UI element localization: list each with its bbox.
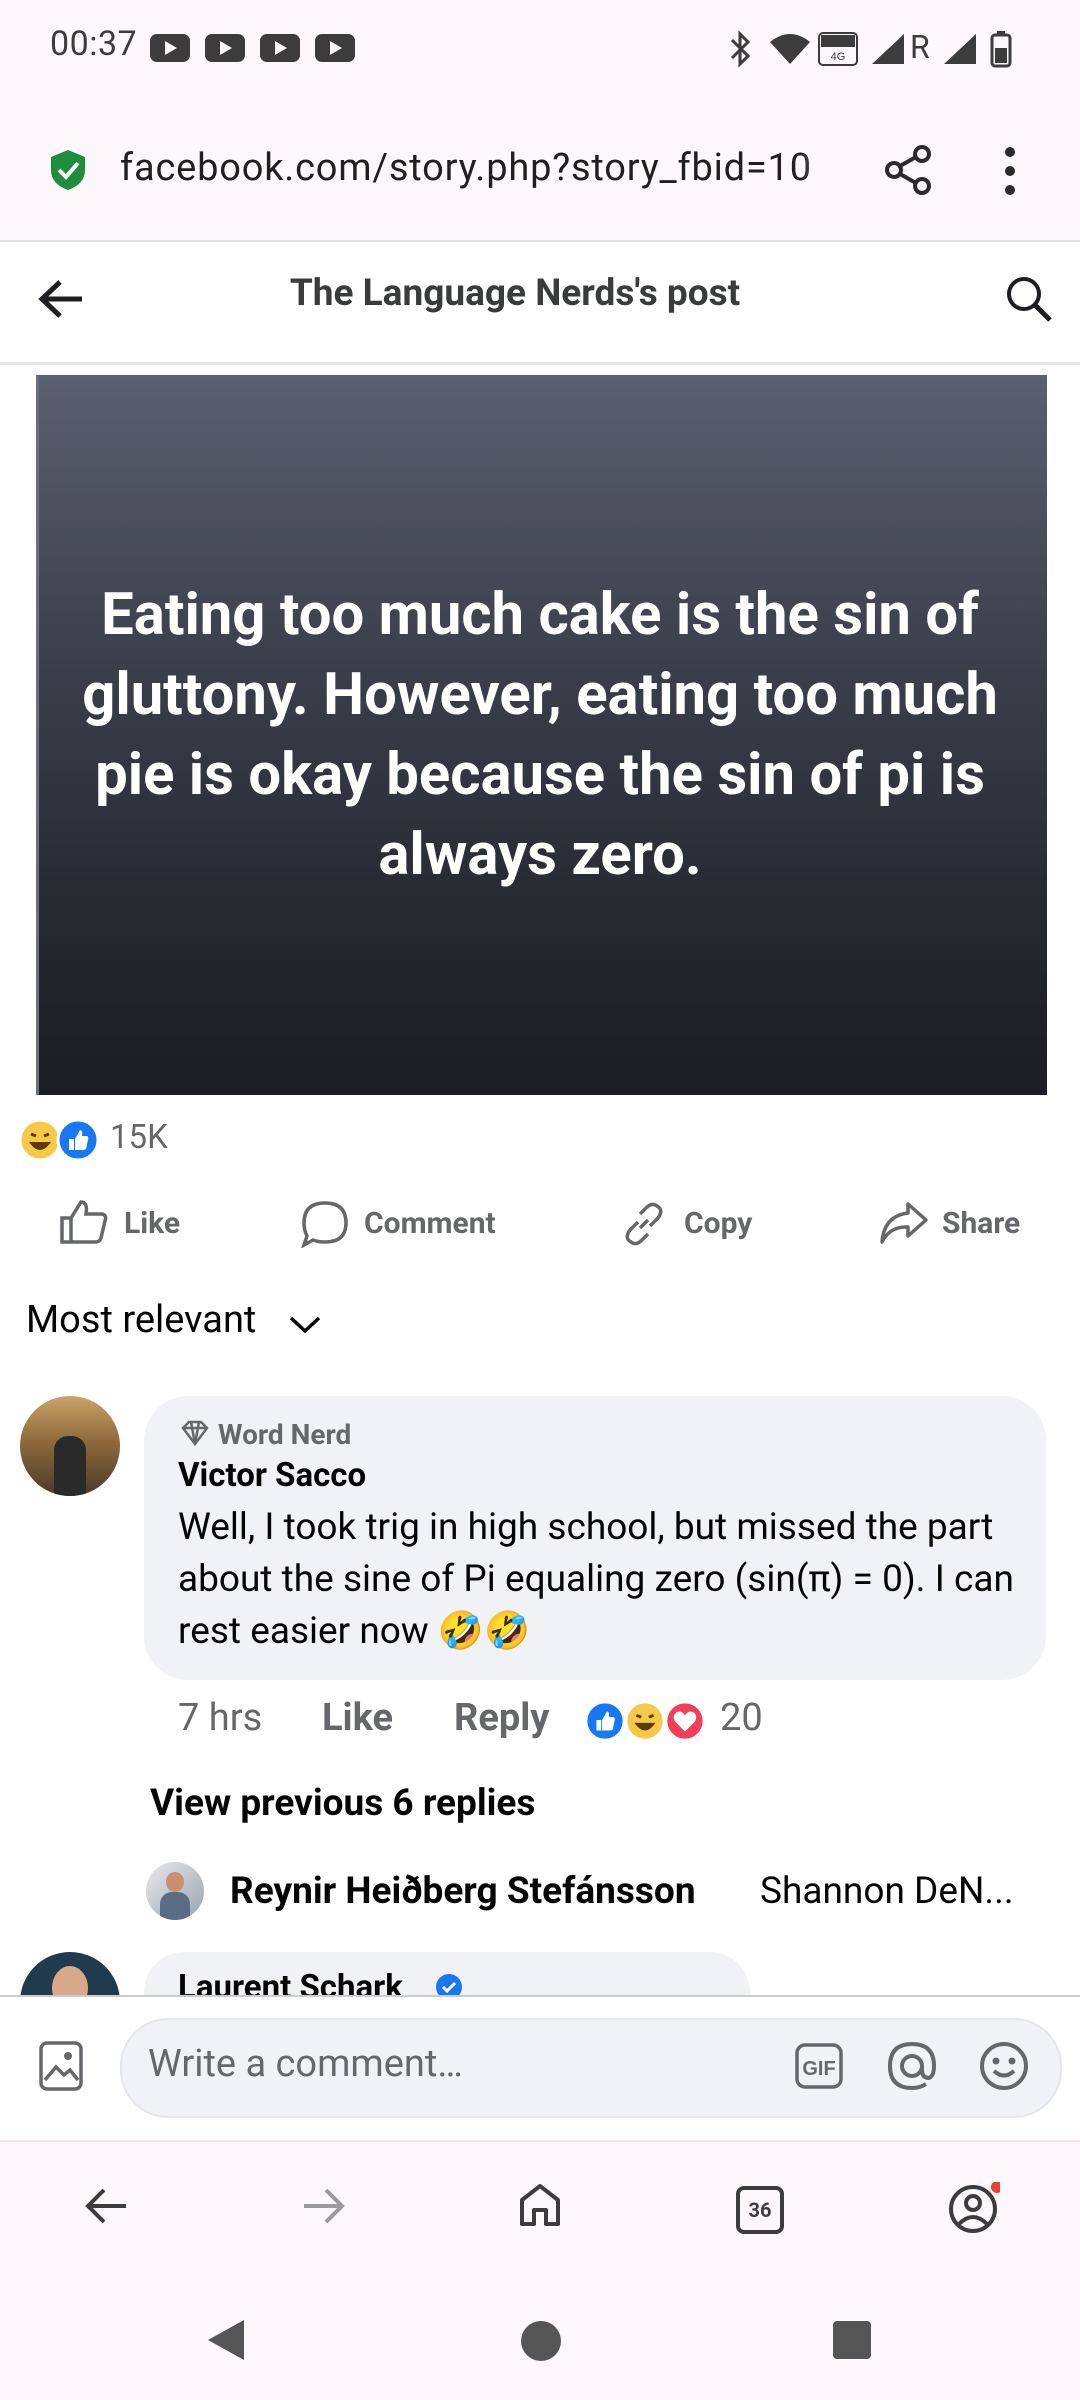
reaction-count[interactable]: 15K xyxy=(110,1118,168,1157)
like-button[interactable]: Like xyxy=(124,1206,180,1241)
system-back-icon[interactable] xyxy=(206,2318,246,2362)
page-title: The Language Nerds's post xyxy=(289,272,741,315)
member-badge: Word Nerd xyxy=(218,1418,352,1451)
copy-button[interactable]: Copy xyxy=(684,1206,752,1241)
love-reaction-icon xyxy=(664,1700,706,1742)
svg-text:GIF: GIF xyxy=(802,2058,835,2080)
avatar[interactable] xyxy=(146,1862,204,1920)
mention-icon[interactable] xyxy=(886,2040,938,2092)
youtube-notification-icon xyxy=(260,34,300,62)
secure-shield-icon[interactable] xyxy=(48,148,88,192)
emoji-icon[interactable] xyxy=(978,2040,1030,2092)
view-previous-replies-link[interactable]: View previous 6 replies xyxy=(150,1782,535,1825)
comment-sort-dropdown[interactable]: Most relevant xyxy=(26,1298,256,1342)
reply-author[interactable]: Reynir Heiðberg Stefánsson xyxy=(230,1870,696,1913)
more-options-icon[interactable] xyxy=(1000,146,1020,196)
youtube-notification-icon xyxy=(315,34,355,62)
gif-icon[interactable]: GIF xyxy=(794,2042,844,2090)
wifi-icon xyxy=(768,32,812,66)
like-icon[interactable] xyxy=(58,1198,110,1246)
status-time: 00:37 xyxy=(50,24,138,64)
link-icon[interactable] xyxy=(620,1200,668,1248)
share-arrow-icon[interactable] xyxy=(878,1200,930,1246)
signal-icon xyxy=(942,32,978,66)
comment-reaction-count[interactable]: 20 xyxy=(720,1696,763,1740)
search-icon[interactable] xyxy=(1004,274,1054,324)
reply-preview[interactable]: Shannon DeN... xyxy=(760,1870,1014,1913)
comment-reply-button[interactable]: Reply xyxy=(454,1696,549,1740)
browser-forward-icon[interactable] xyxy=(302,2186,346,2226)
avatar[interactable] xyxy=(20,1396,120,1496)
url-field[interactable]: facebook.com/story.php?story_fbid=10 xyxy=(120,146,860,190)
like-reaction-icon xyxy=(56,1118,100,1162)
comment-author[interactable]: Victor Sacco xyxy=(178,1456,366,1495)
comment-button[interactable]: Comment xyxy=(364,1206,496,1241)
bluetooth-icon xyxy=(728,30,754,68)
comment-like-button[interactable]: Like xyxy=(322,1696,393,1740)
share-button[interactable]: Share xyxy=(942,1206,1020,1241)
tab-switcher-button[interactable]: 36 xyxy=(736,2186,784,2234)
diamond-badge-icon xyxy=(180,1420,210,1446)
comment-input-placeholder[interactable]: Write a comment… xyxy=(148,2042,463,2086)
roaming-indicator: R xyxy=(910,28,930,66)
chevron-down-icon[interactable] xyxy=(288,1314,322,1336)
youtube-notification-icon xyxy=(150,34,190,62)
account-icon[interactable] xyxy=(946,2182,1000,2236)
photo-icon[interactable] xyxy=(38,2040,84,2092)
like-reaction-icon xyxy=(584,1700,626,1742)
comment-time[interactable]: 7 hrs xyxy=(178,1696,262,1740)
comment-icon[interactable] xyxy=(300,1200,350,1248)
home-icon[interactable] xyxy=(518,2182,562,2228)
system-home-icon[interactable] xyxy=(520,2320,562,2362)
battery-icon xyxy=(990,30,1012,68)
system-recents-icon[interactable] xyxy=(832,2320,872,2360)
browser-back-icon[interactable] xyxy=(84,2186,128,2226)
youtube-notification-icon xyxy=(205,34,245,62)
haha-reaction-icon xyxy=(624,1700,666,1742)
comment-text: Well, I took trig in high school, but mi… xyxy=(178,1506,1014,1653)
post-quote-text: Eating too much cake is the sin of glutt… xyxy=(82,581,998,889)
share-icon[interactable] xyxy=(882,144,934,196)
volte-icon: 4G xyxy=(818,32,858,66)
signal-icon xyxy=(870,32,906,66)
svg-text:4G: 4G xyxy=(831,51,846,63)
